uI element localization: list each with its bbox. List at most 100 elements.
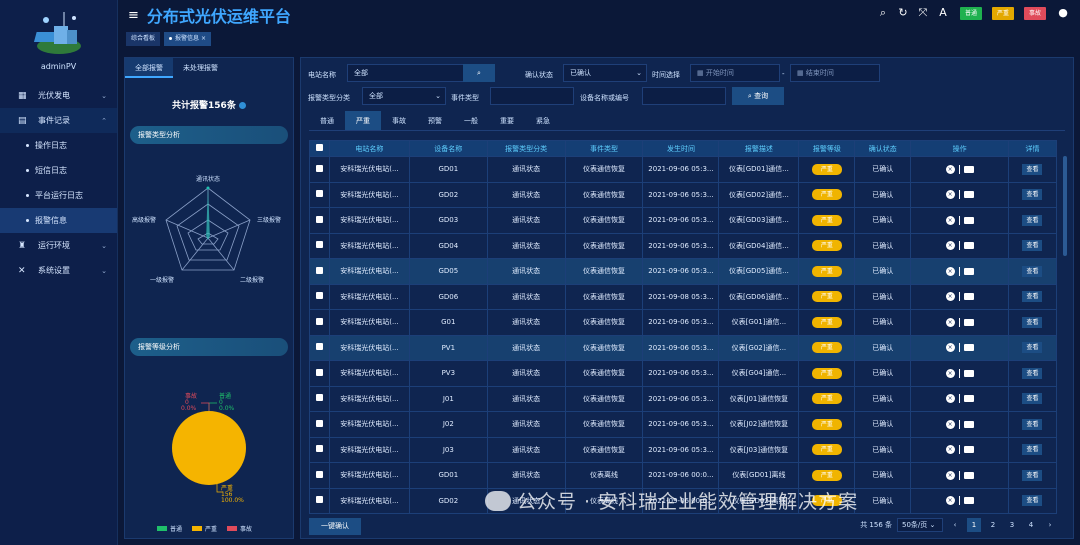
view-detail-button[interactable]: 查看 (1022, 367, 1043, 379)
table-row[interactable]: 安科瑞光伏电站(... GD06 通讯状态 仪表通信恢复 2021-09-08 05:3… (309, 283, 1058, 310)
row-checkbox[interactable] (315, 368, 323, 376)
event-type-input[interactable] (490, 87, 574, 105)
table-row[interactable]: 安科瑞光伏电站(... GD01 通讯状态 仪表通信恢复 2021-09-06 05:3… (309, 156, 1058, 183)
camera-icon[interactable] (963, 471, 974, 479)
view-detail-button[interactable]: 查看 (1022, 418, 1043, 430)
view-detail-button[interactable]: 查看 (1022, 291, 1043, 303)
table-row[interactable]: 安科瑞光伏电站(... J02 通讯状态 仪表通信恢复 2021-09-06 05:3.… (309, 411, 1058, 438)
badge-normal[interactable]: 普通 (959, 6, 982, 20)
view-detail-button[interactable]: 查看 (1022, 163, 1043, 175)
table-row[interactable]: 安科瑞光伏电站(... J01 通讯状态 仪表通信恢复 2021-09-06 05:3.… (309, 385, 1058, 412)
row-checkbox[interactable] (315, 470, 323, 478)
checkbox[interactable] (309, 309, 330, 336)
camera-icon[interactable] (963, 242, 974, 250)
checkbox[interactable] (309, 360, 330, 387)
sidebar-item-platform-log[interactable]: 平台运行日志 (0, 183, 117, 208)
dismiss-icon[interactable]: × (945, 241, 955, 251)
camera-icon[interactable] (963, 420, 974, 428)
checkbox[interactable] (309, 385, 330, 412)
tab-all-alarms[interactable]: 全部报警 (125, 58, 173, 78)
tab-level-serious[interactable]: 严重 (345, 111, 381, 130)
checkbox[interactable] (309, 462, 330, 489)
camera-icon[interactable] (963, 165, 974, 173)
camera-icon[interactable] (963, 395, 974, 403)
nav-system-settings[interactable]: ✕ 系统设置 ⌄ (0, 258, 117, 283)
dismiss-icon[interactable]: × (945, 496, 955, 506)
tab-alarm-info[interactable]: 报警信息 × (164, 32, 211, 46)
camera-icon[interactable] (963, 344, 974, 352)
view-detail-button[interactable]: 查看 (1022, 444, 1043, 456)
select-all-checkbox[interactable] (309, 140, 330, 157)
table-row[interactable]: 安科瑞光伏电站(... GD01 通讯状态 仪表离线 2021-09-06 00:0..… (309, 462, 1058, 489)
sidebar-item-alarm-info[interactable]: 报警信息 (0, 208, 117, 233)
fullscreen-icon[interactable]: ⤧ (916, 6, 930, 20)
row-checkbox[interactable] (315, 215, 323, 223)
table-row[interactable]: 安科瑞光伏电站(... GD05 通讯状态 仪表通信恢复 2021-09-06 05:3… (309, 258, 1058, 285)
row-checkbox[interactable] (315, 496, 323, 504)
view-detail-button[interactable]: 查看 (1022, 316, 1043, 328)
checkbox[interactable] (309, 411, 330, 438)
dismiss-icon[interactable]: × (945, 190, 955, 200)
checkbox[interactable] (309, 258, 330, 285)
table-row[interactable]: 安科瑞光伏电站(... PV3 通讯状态 仪表通信恢复 2021-09-06 05:3.… (309, 360, 1058, 387)
badge-serious[interactable]: 严重 (991, 6, 1014, 20)
dismiss-icon[interactable]: × (945, 368, 955, 378)
table-row[interactable]: 安科瑞光伏电站(... J03 通讯状态 仪表通信恢复 2021-09-06 05:3.… (309, 436, 1058, 463)
camera-icon[interactable] (963, 191, 974, 199)
confirm-select[interactable]: 已确认 ⌄ (563, 64, 647, 82)
nav-event-records[interactable]: ▤ 事件记录 ⌃ (0, 108, 117, 133)
row-checkbox[interactable] (315, 394, 323, 402)
row-checkbox[interactable] (315, 241, 323, 249)
page-2[interactable]: 2 (986, 518, 1000, 532)
view-detail-button[interactable]: 查看 (1022, 214, 1043, 226)
tab-level-accident[interactable]: 事故 (381, 111, 417, 130)
tab-level-normal[interactable]: 普通 (309, 111, 345, 130)
tab-level-warning[interactable]: 预警 (417, 111, 453, 130)
nav-pv-generation[interactable]: ▦ 光伏发电 ⌄ (0, 83, 117, 108)
table-row[interactable]: 安科瑞光伏电站(... GD02 通讯状态 仪表通信恢复 2021-09-06 05:3… (309, 181, 1058, 208)
row-checkbox[interactable] (315, 343, 323, 351)
query-button[interactable]: ⌕ 查询 (732, 87, 784, 105)
nav-runtime-env[interactable]: ♜ 运行环境 ⌄ (0, 233, 117, 258)
checkbox[interactable] (309, 232, 330, 259)
dismiss-icon[interactable]: × (945, 394, 955, 404)
next-page-icon[interactable]: › (1043, 518, 1057, 532)
dismiss-icon[interactable]: × (945, 317, 955, 327)
page-3[interactable]: 3 (1005, 518, 1019, 532)
checkbox[interactable] (309, 156, 330, 183)
bulk-confirm-button[interactable]: 一键确认 (309, 518, 361, 535)
camera-icon[interactable] (963, 318, 974, 326)
station-select[interactable]: 全部 (347, 64, 465, 82)
page-1[interactable]: 1 (967, 518, 981, 532)
view-detail-button[interactable]: 查看 (1022, 495, 1043, 507)
row-checkbox[interactable] (315, 164, 323, 172)
camera-icon[interactable] (963, 369, 974, 377)
row-checkbox[interactable] (315, 445, 323, 453)
camera-icon[interactable] (963, 293, 974, 301)
camera-icon[interactable] (963, 497, 974, 505)
dismiss-icon[interactable]: × (945, 292, 955, 302)
alarm-type-select[interactable]: 全部 ⌄ (362, 87, 446, 105)
sidebar-item-operation-log[interactable]: 操作日志 (0, 133, 117, 158)
end-time-input[interactable]: ▦ 结束时间 (790, 64, 880, 82)
view-detail-button[interactable]: 查看 (1022, 189, 1043, 201)
row-checkbox[interactable] (315, 190, 323, 198)
view-detail-button[interactable]: 查看 (1022, 469, 1043, 481)
badge-accident[interactable]: 事故 (1023, 6, 1046, 20)
camera-icon[interactable] (963, 267, 974, 275)
dismiss-icon[interactable]: × (945, 445, 955, 455)
checkbox[interactable] (309, 207, 330, 234)
user-icon[interactable]: ● (1056, 6, 1070, 20)
page-4[interactable]: 4 (1024, 518, 1038, 532)
dismiss-icon[interactable]: × (945, 164, 955, 174)
dismiss-icon[interactable]: × (945, 215, 955, 225)
checkbox[interactable] (309, 487, 330, 514)
translate-icon[interactable]: A (936, 6, 950, 20)
tab-level-urgent[interactable]: 紧急 (525, 111, 561, 130)
view-detail-button[interactable]: 查看 (1022, 240, 1043, 252)
tab-pending-alarms[interactable]: 未处理报警 (173, 58, 228, 78)
camera-icon[interactable] (963, 446, 974, 454)
station-search-button[interactable]: ⌕ (463, 64, 495, 82)
menu-toggle-icon[interactable]: ≡ (128, 8, 139, 23)
table-row[interactable]: 安科瑞光伏电站(... GD04 通讯状态 仪表通信恢复 2021-09-06 05:3… (309, 232, 1058, 259)
